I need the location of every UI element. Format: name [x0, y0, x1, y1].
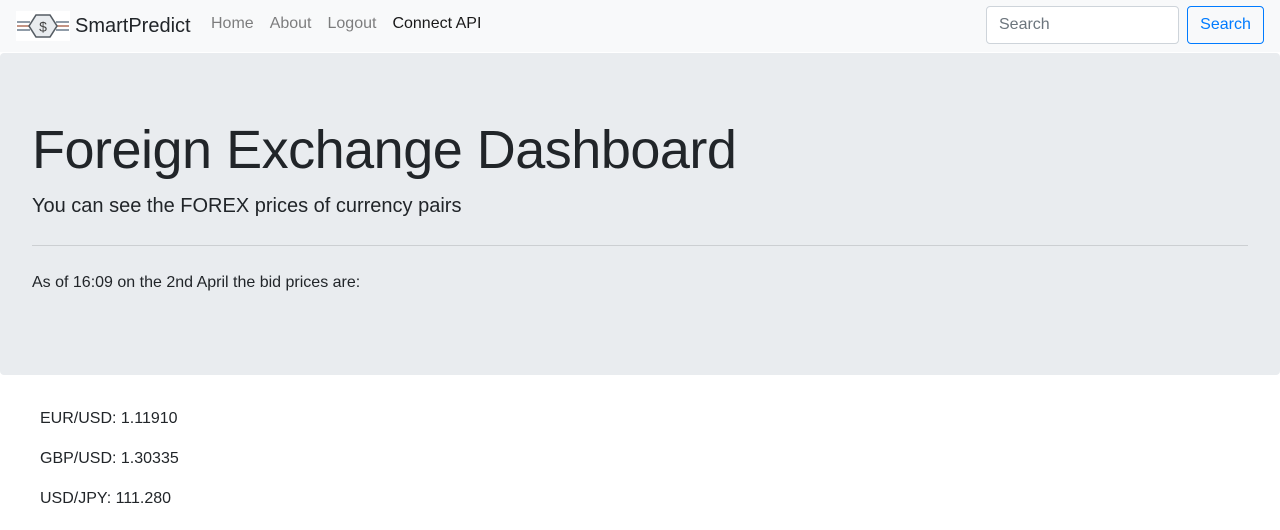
- brand-name[interactable]: SmartPredict: [75, 15, 191, 38]
- jumbotron: Foreign Exchange Dashboard You can see t…: [0, 53, 1280, 375]
- search-input[interactable]: [986, 6, 1179, 44]
- brand[interactable]: $ SmartPredict: [16, 10, 191, 42]
- nav-link-connect-api[interactable]: Connect API: [392, 15, 481, 33]
- search-button[interactable]: Search: [1187, 6, 1264, 44]
- price-gbp-usd: GBP/USD: 1.30335: [40, 450, 179, 467]
- lead-text: You can see the FOREX prices of currency…: [32, 195, 462, 217]
- navbar: $ SmartPredict Home About Logout Connect…: [0, 0, 1280, 52]
- nav-link-home[interactable]: Home: [211, 15, 254, 33]
- page-title: Foreign Exchange Dashboard: [32, 120, 737, 180]
- price-usd-jpy: USD/JPY: 111.280: [40, 490, 172, 507]
- dollar-coin-logo-icon: $: [16, 11, 70, 41]
- nav-link-about[interactable]: About: [270, 15, 312, 33]
- nav-link-logout[interactable]: Logout: [328, 15, 377, 33]
- price-eur-usd: EUR/USD: 1.11910: [40, 410, 178, 427]
- svg-text:$: $: [39, 19, 47, 35]
- divider: [32, 245, 1248, 246]
- price-list: EUR/USD: 1.11910 GBP/USD: 1.30335 USD/JP…: [40, 410, 179, 530]
- as-of-text: As of 16:09 on the 2nd April the bid pri…: [32, 274, 361, 291]
- nav-links: Home About Logout Connect API: [211, 15, 497, 33]
